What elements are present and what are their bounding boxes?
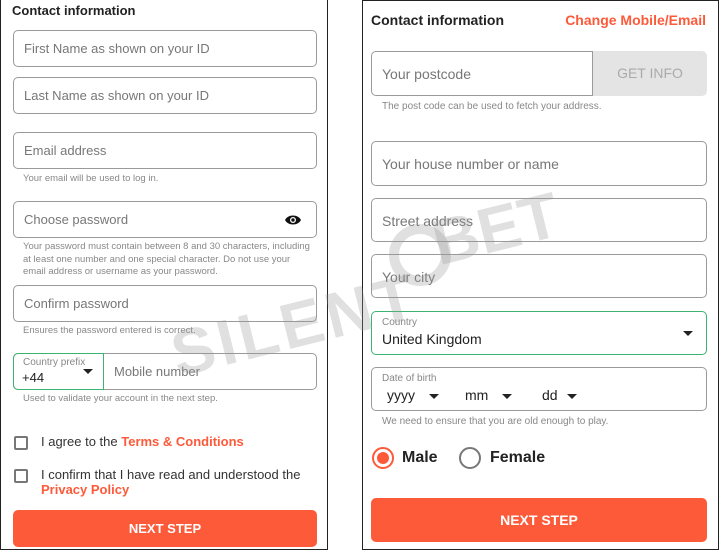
next-step-button[interactable]: NEXT STEP	[13, 510, 317, 547]
terms-text: I agree to the	[41, 434, 122, 449]
terms-link[interactable]: Terms & Conditions	[121, 434, 244, 449]
caret-down-icon	[83, 369, 93, 374]
placeholder: Choose password	[24, 212, 129, 227]
privacy-link[interactable]: Privacy Policy	[41, 482, 129, 497]
change-mobile-email-link[interactable]: Change Mobile/Email	[565, 12, 706, 28]
country-label: Country	[382, 317, 418, 328]
last-name-input[interactable]: Last Name as shown on your ID	[13, 77, 317, 114]
placeholder: Your postcode	[382, 66, 471, 82]
section-title: Contact information	[371, 12, 504, 28]
password-input[interactable]: Choose password	[13, 201, 317, 238]
caret-down-icon	[428, 393, 439, 399]
placeholder: First Name as shown on your ID	[24, 41, 210, 56]
privacy-checkbox[interactable]	[14, 469, 28, 483]
prefix-label: Country prefix	[23, 357, 86, 368]
next-step-button[interactable]: NEXT STEP	[371, 498, 707, 542]
eye-icon[interactable]	[284, 214, 302, 226]
caret-down-icon	[683, 331, 693, 336]
privacy-text: I confirm that I have read and understoo…	[41, 467, 301, 482]
placeholder: Your city	[382, 269, 436, 285]
placeholder: Last Name as shown on your ID	[24, 88, 209, 103]
dob-year-select[interactable]: yyyy	[387, 387, 439, 403]
postcode-help: The post code can be used to fetch your …	[382, 101, 602, 112]
dob-day-select[interactable]: dd	[542, 387, 578, 403]
get-info-button[interactable]: GET INFO	[593, 51, 707, 96]
first-name-input[interactable]: First Name as shown on your ID	[13, 30, 317, 67]
privacy-label: I confirm that I have read and understoo…	[41, 467, 321, 497]
email-help: Your email will be used to log in.	[23, 173, 159, 184]
mobile-help: Used to validate your account in the nex…	[23, 393, 218, 404]
dob-help: We need to ensure that you are old enoug…	[382, 416, 609, 427]
confirm-password-input[interactable]: Confirm password	[13, 285, 317, 322]
gender-female-radio[interactable]	[459, 447, 481, 469]
house-input[interactable]: Your house number or name	[371, 141, 707, 186]
street-input[interactable]: Street address	[371, 198, 707, 242]
mobile-input-group: Country prefix +44 Mobile number	[13, 353, 317, 390]
date-of-birth-group: Date of birth yyyy mm dd	[371, 367, 707, 411]
confirm-help: Ensures the password entered is correct.	[23, 325, 196, 336]
day-value: dd	[542, 387, 558, 403]
password-help: Your password must contain between 8 and…	[23, 241, 310, 277]
terms-checkbox[interactable]	[14, 436, 28, 450]
dob-month-select[interactable]: mm	[465, 387, 513, 403]
gender-female-label[interactable]: Female	[490, 449, 545, 467]
registration-step-2-panel: Contact information Change Mobile/Email …	[362, 0, 719, 550]
email-input[interactable]: Email address	[13, 132, 317, 169]
section-title: Contact information	[12, 3, 136, 18]
gender-male-radio[interactable]	[372, 447, 394, 469]
placeholder: Email address	[24, 143, 107, 158]
dob-label: Date of birth	[382, 373, 437, 384]
country-select[interactable]: Country United Kingdom	[371, 311, 707, 355]
placeholder: Confirm password	[24, 296, 129, 311]
country-prefix-select[interactable]: Country prefix +44	[13, 353, 104, 390]
month-value: mm	[465, 387, 489, 403]
year-value: yyyy	[387, 387, 415, 403]
gender-male-label[interactable]: Male	[402, 449, 438, 467]
caret-down-icon	[567, 393, 578, 399]
terms-label: I agree to the Terms & Conditions	[41, 434, 244, 449]
postcode-input[interactable]: Your postcode	[371, 51, 593, 96]
country-value: United Kingdom	[382, 331, 482, 347]
caret-down-icon	[502, 393, 513, 399]
mobile-number-input[interactable]: Mobile number	[114, 364, 200, 379]
city-input[interactable]: Your city	[371, 254, 707, 298]
registration-step-1-panel: Contact information First Name as shown …	[0, 0, 328, 550]
placeholder: Your house number or name	[382, 156, 559, 172]
prefix-value: +44	[22, 370, 45, 385]
placeholder: Street address	[382, 213, 474, 229]
